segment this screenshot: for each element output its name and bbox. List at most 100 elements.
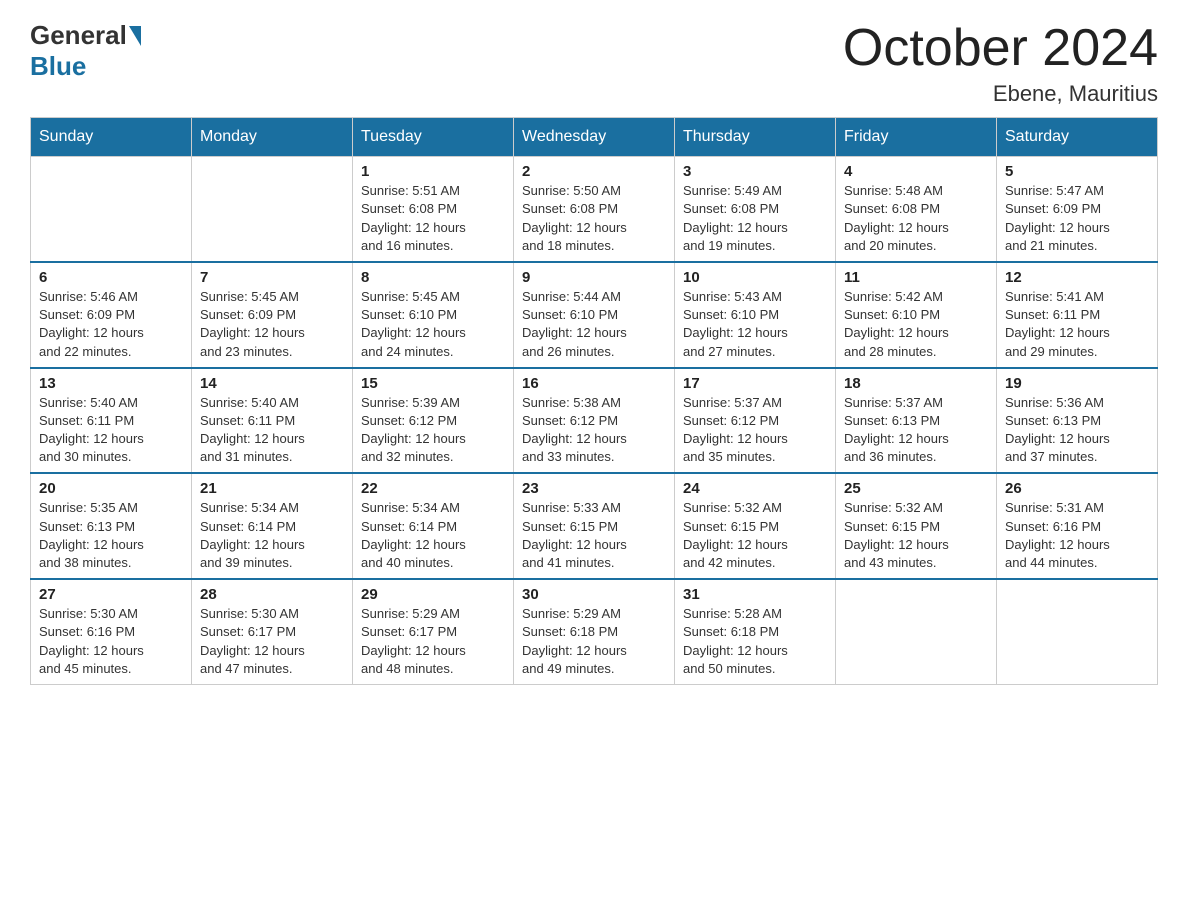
day-number: 7 (200, 269, 344, 286)
logo-blue-text: Blue (30, 51, 86, 82)
day-info: Sunrise: 5:32 AM Sunset: 6:15 PM Dayligh… (683, 499, 827, 572)
day-number: 30 (522, 586, 666, 603)
header-sunday: Sunday (31, 118, 192, 157)
calendar-cell: 4 Sunrise: 5:48 AM Sunset: 6:08 PM Daylig… (836, 157, 997, 262)
calendar-cell: 21 Sunrise: 5:34 AM Sunset: 6:14 PM Dayli… (192, 473, 353, 579)
week-row-1: 1 Sunrise: 5:51 AM Sunset: 6:08 PM Daylig… (31, 157, 1158, 262)
calendar-cell: 29Sunrise: 5:29 AM Sunset: 6:17 PM Dayli… (353, 579, 514, 684)
day-number: 2 (522, 163, 666, 180)
calendar-cell: 11Sunrise: 5:42 AM Sunset: 6:10 PM Dayli… (836, 262, 997, 368)
day-info: Sunrise: 5:31 AM Sunset: 6:16 PM Dayligh… (1005, 499, 1149, 572)
day-info: Sunrise: 5:45 AM Sunset: 6:09 PM Dayligh… (200, 288, 344, 361)
calendar-cell: 15Sunrise: 5:39 AM Sunset: 6:12 PM Dayli… (353, 368, 514, 474)
calendar-cell: 3Sunrise: 5:49 AM Sunset: 6:08 PM Daylig… (675, 157, 836, 262)
day-info: Sunrise: 5:34 AM Sunset: 6:14 PM Dayligh… (361, 499, 505, 572)
calendar-cell (31, 157, 192, 262)
calendar-cell: 16Sunrise: 5:38 AM Sunset: 6:12 PM Dayli… (514, 368, 675, 474)
day-info: Sunrise: 5:50 AM Sunset: 6:08 PM Dayligh… (522, 182, 666, 255)
day-number: 13 (39, 375, 183, 392)
day-info: Sunrise: 5:33 AM Sunset: 6:15 PM Dayligh… (522, 499, 666, 572)
day-number: 19 (1005, 375, 1149, 392)
day-number: 16 (522, 375, 666, 392)
day-info: Sunrise: 5:40 AM Sunset: 6:11 PM Dayligh… (200, 394, 344, 467)
day-info: Sunrise: 5:47 AM Sunset: 6:09 PM Dayligh… (1005, 182, 1149, 255)
calendar-cell: 17 Sunrise: 5:37 AM Sunset: 6:12 PM Dayli… (675, 368, 836, 474)
day-info: Sunrise: 5:51 AM Sunset: 6:08 PM Dayligh… (361, 182, 505, 255)
logo: General Blue (30, 20, 143, 82)
day-number: 8 (361, 269, 505, 286)
day-number: 14 (200, 375, 344, 392)
calendar-cell: 31Sunrise: 5:28 AM Sunset: 6:18 PM Dayli… (675, 579, 836, 684)
calendar-cell: 9Sunrise: 5:44 AM Sunset: 6:10 PM Daylig… (514, 262, 675, 368)
day-info: Sunrise: 5:37 AM Sunset: 6:13 PM Dayligh… (844, 394, 988, 467)
day-number: 18 (844, 375, 988, 392)
day-info: Sunrise: 5:45 AM Sunset: 6:10 PM Dayligh… (361, 288, 505, 361)
calendar-cell (192, 157, 353, 262)
calendar-cell: 28Sunrise: 5:30 AM Sunset: 6:17 PM Dayli… (192, 579, 353, 684)
day-number: 10 (683, 269, 827, 286)
calendar-cell: 20Sunrise: 5:35 AM Sunset: 6:13 PM Dayli… (31, 473, 192, 579)
calendar-cell: 18 Sunrise: 5:37 AM Sunset: 6:13 PM Dayli… (836, 368, 997, 474)
day-info: Sunrise: 5:32 AM Sunset: 6:15 PM Dayligh… (844, 499, 988, 572)
header-tuesday: Tuesday (353, 118, 514, 157)
day-info: Sunrise: 5:43 AM Sunset: 6:10 PM Dayligh… (683, 288, 827, 361)
calendar-cell: 2 Sunrise: 5:50 AM Sunset: 6:08 PM Daylig… (514, 157, 675, 262)
header-wednesday: Wednesday (514, 118, 675, 157)
day-number: 22 (361, 480, 505, 497)
day-info: Sunrise: 5:48 AM Sunset: 6:08 PM Dayligh… (844, 182, 988, 255)
calendar-cell: 23 Sunrise: 5:33 AM Sunset: 6:15 PM Dayli… (514, 473, 675, 579)
day-info: Sunrise: 5:30 AM Sunset: 6:16 PM Dayligh… (39, 605, 183, 678)
day-number: 23 (522, 480, 666, 497)
calendar-cell: 7 Sunrise: 5:45 AM Sunset: 6:09 PM Daylig… (192, 262, 353, 368)
month-title: October 2024 (843, 20, 1158, 77)
calendar-cell: 6Sunrise: 5:46 AM Sunset: 6:09 PM Daylig… (31, 262, 192, 368)
calendar-cell (836, 579, 997, 684)
title-section: October 2024 Ebene, Mauritius (843, 20, 1158, 107)
calendar-cell: 26 Sunrise: 5:31 AM Sunset: 6:16 PM Dayli… (997, 473, 1158, 579)
header-thursday: Thursday (675, 118, 836, 157)
week-row-5: 27 Sunrise: 5:30 AM Sunset: 6:16 PM Dayli… (31, 579, 1158, 684)
calendar-cell: 8 Sunrise: 5:45 AM Sunset: 6:10 PM Daylig… (353, 262, 514, 368)
day-info: Sunrise: 5:29 AM Sunset: 6:17 PM Dayligh… (361, 605, 505, 678)
calendar-cell: 12Sunrise: 5:41 AM Sunset: 6:11 PM Dayli… (997, 262, 1158, 368)
day-number: 11 (844, 269, 988, 286)
day-info: Sunrise: 5:41 AM Sunset: 6:11 PM Dayligh… (1005, 288, 1149, 361)
week-row-2: 6Sunrise: 5:46 AM Sunset: 6:09 PM Daylig… (31, 262, 1158, 368)
day-info: Sunrise: 5:29 AM Sunset: 6:18 PM Dayligh… (522, 605, 666, 678)
calendar-cell: 13 Sunrise: 5:40 AM Sunset: 6:11 PM Dayli… (31, 368, 192, 474)
day-number: 4 (844, 163, 988, 180)
day-info: Sunrise: 5:40 AM Sunset: 6:11 PM Dayligh… (39, 394, 183, 467)
calendar-table: SundayMondayTuesdayWednesdayThursdayFrid… (30, 117, 1158, 685)
day-number: 9 (522, 269, 666, 286)
week-row-3: 13 Sunrise: 5:40 AM Sunset: 6:11 PM Dayli… (31, 368, 1158, 474)
header-row: SundayMondayTuesdayWednesdayThursdayFrid… (31, 118, 1158, 157)
day-number: 5 (1005, 163, 1149, 180)
header-friday: Friday (836, 118, 997, 157)
location-subtitle: Ebene, Mauritius (843, 81, 1158, 107)
day-info: Sunrise: 5:39 AM Sunset: 6:12 PM Dayligh… (361, 394, 505, 467)
calendar-cell: 27 Sunrise: 5:30 AM Sunset: 6:16 PM Dayli… (31, 579, 192, 684)
logo-general-text: General (30, 20, 127, 51)
day-number: 24 (683, 480, 827, 497)
header-monday: Monday (192, 118, 353, 157)
day-number: 1 (361, 163, 505, 180)
day-number: 27 (39, 586, 183, 603)
day-info: Sunrise: 5:37 AM Sunset: 6:12 PM Dayligh… (683, 394, 827, 467)
calendar-cell: 1 Sunrise: 5:51 AM Sunset: 6:08 PM Daylig… (353, 157, 514, 262)
day-info: Sunrise: 5:34 AM Sunset: 6:14 PM Dayligh… (200, 499, 344, 572)
calendar-cell: 14 Sunrise: 5:40 AM Sunset: 6:11 PM Dayli… (192, 368, 353, 474)
day-number: 26 (1005, 480, 1149, 497)
day-number: 17 (683, 375, 827, 392)
day-number: 31 (683, 586, 827, 603)
header-saturday: Saturday (997, 118, 1158, 157)
day-number: 3 (683, 163, 827, 180)
day-info: Sunrise: 5:36 AM Sunset: 6:13 PM Dayligh… (1005, 394, 1149, 467)
calendar-cell: 25Sunrise: 5:32 AM Sunset: 6:15 PM Dayli… (836, 473, 997, 579)
day-number: 21 (200, 480, 344, 497)
day-number: 20 (39, 480, 183, 497)
calendar-cell: 22 Sunrise: 5:34 AM Sunset: 6:14 PM Dayli… (353, 473, 514, 579)
calendar-cell: 19 Sunrise: 5:36 AM Sunset: 6:13 PM Dayli… (997, 368, 1158, 474)
calendar-cell: 10 Sunrise: 5:43 AM Sunset: 6:10 PM Dayli… (675, 262, 836, 368)
week-row-4: 20Sunrise: 5:35 AM Sunset: 6:13 PM Dayli… (31, 473, 1158, 579)
calendar-cell: 30 Sunrise: 5:29 AM Sunset: 6:18 PM Dayli… (514, 579, 675, 684)
